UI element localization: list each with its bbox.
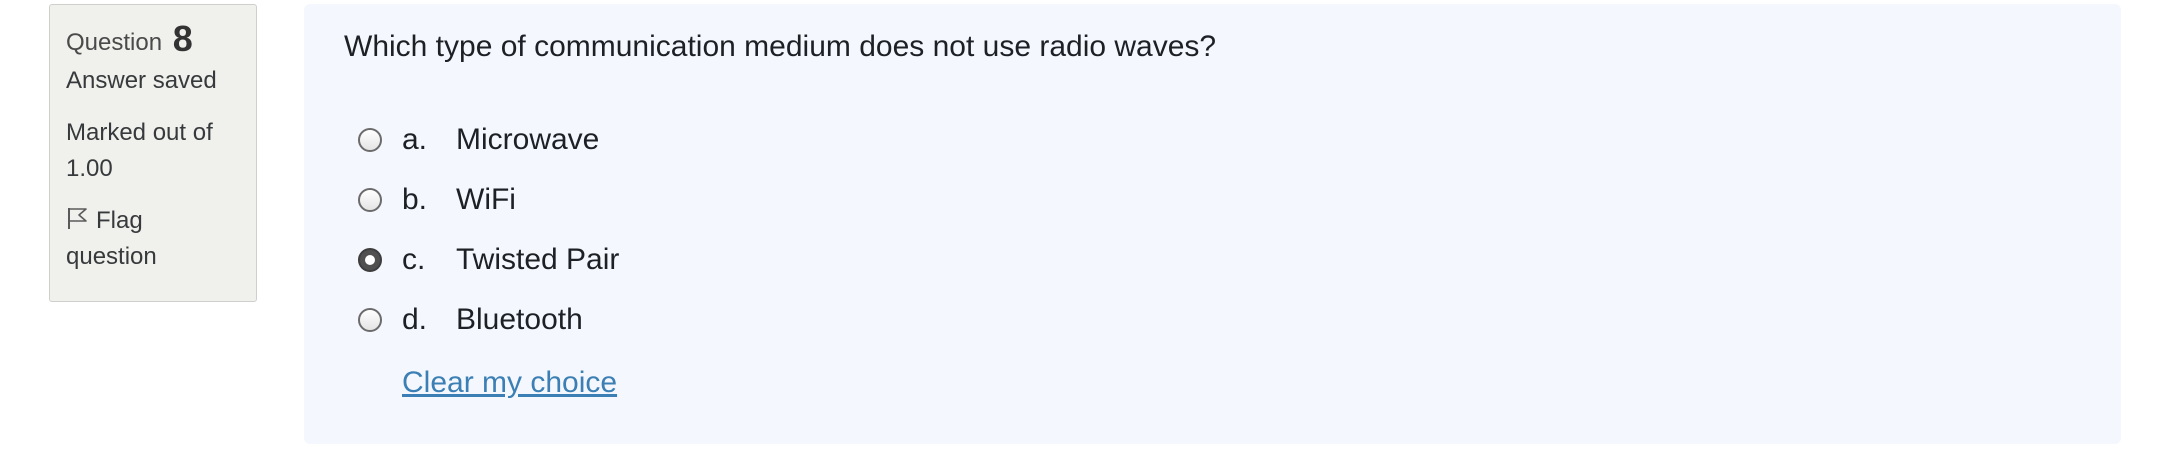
option-d[interactable]: d. Bluetooth: [358, 300, 583, 340]
option-c-label: Twisted Pair: [456, 243, 620, 276]
question-state: Answer saved: [66, 67, 217, 94]
question-grade: Marked out of 1.00: [66, 115, 240, 187]
question-number: 8: [172, 18, 193, 59]
question-content: Which type of communication medium does …: [304, 4, 2121, 444]
question-text: Which type of communication medium does …: [344, 30, 1217, 63]
option-b-letter: b.: [402, 183, 428, 216]
question-label: Question: [66, 29, 163, 56]
option-d-radio[interactable]: [358, 308, 382, 332]
grade-value: 1.00: [66, 155, 113, 182]
option-d-label: Bluetooth: [456, 303, 583, 336]
grade-label: Marked out of: [66, 119, 213, 146]
option-c-letter: c.: [402, 243, 426, 276]
flag-question-link[interactable]: Flag question: [66, 203, 240, 275]
option-c-radio[interactable]: [358, 248, 382, 272]
option-a-radio[interactable]: [358, 128, 382, 152]
option-b-label: WiFi: [456, 183, 516, 216]
option-a[interactable]: a. Microwave: [358, 120, 599, 160]
flag-icon: [66, 207, 96, 234]
option-b[interactable]: b. WiFi: [358, 180, 516, 220]
option-b-radio[interactable]: [358, 188, 382, 212]
clear-choice-link[interactable]: Clear my choice: [402, 366, 617, 400]
quiz-page: Question 8 Answer saved Marked out of 1.…: [0, 0, 2160, 463]
option-d-letter: d.: [402, 303, 428, 336]
question-number-heading: Question 8: [66, 15, 240, 63]
flag-label-line1: Flag: [96, 207, 143, 234]
option-a-letter: a.: [402, 123, 428, 156]
option-a-label: Microwave: [456, 123, 600, 156]
flag-label-line2: question: [66, 243, 157, 270]
question-info-panel: Question 8 Answer saved Marked out of 1.…: [49, 4, 257, 302]
option-c[interactable]: c. Twisted Pair: [358, 240, 619, 280]
